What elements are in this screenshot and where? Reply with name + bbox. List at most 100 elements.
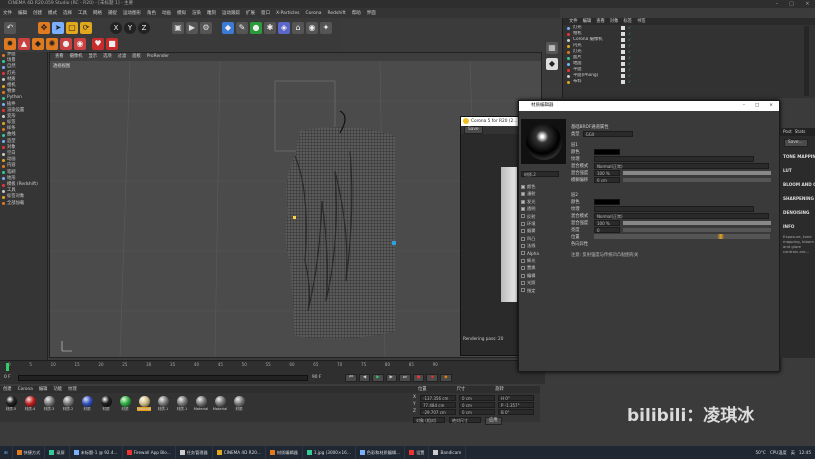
first-frame-icon[interactable]: ⏮ — [345, 374, 357, 382]
channel-item[interactable]: Alpha — [521, 250, 569, 257]
material-menu-item[interactable]: 纹理 — [68, 386, 77, 393]
object-menu-item[interactable]: 查看 — [596, 18, 605, 25]
cube-icon[interactable]: ◆ — [222, 22, 234, 34]
timeline[interactable]: 0 5 10 15 20 25 30 35 40 45 50 55 60 65 70 75 80 85 90 0 F… — [0, 360, 545, 384]
menu-item[interactable]: 模式 — [48, 10, 57, 16]
material-menu-item[interactable]: 创建 — [3, 386, 12, 393]
menu-item[interactable]: 帮助 — [352, 10, 361, 16]
channel-checkbox[interactable] — [521, 251, 525, 256]
viewport-menu-item[interactable]: 选项 — [103, 53, 112, 61]
timeline-scrub[interactable] — [18, 375, 308, 381]
checkmark-icon[interactable]: ✓ — [628, 68, 632, 72]
coord-size-field[interactable]: 0 cm — [459, 394, 495, 401]
channel-checkbox[interactable] — [521, 229, 525, 234]
maximize-icon[interactable]: □ — [789, 0, 794, 8]
autokey-icon[interactable]: ◉ — [426, 374, 439, 382]
channel-item[interactable]: 漫射 — [521, 190, 569, 197]
viewport-menu-item[interactable]: ProRender — [147, 53, 169, 61]
checkmark-icon[interactable]: ✓ — [628, 80, 632, 84]
taskbar-item[interactable]: 任务管理器 — [176, 446, 213, 459]
object-menu-item[interactable]: 对象 — [610, 18, 619, 25]
blur-slider[interactable] — [623, 177, 771, 182]
material-thumb[interactable]: 材质.4 — [22, 396, 38, 412]
xp-icon[interactable]: ✹ — [4, 38, 16, 50]
channel-checkbox[interactable] — [521, 273, 525, 278]
coord-rot-field[interactable]: B 0° — [498, 408, 534, 415]
object-menu-item[interactable]: 标签 — [623, 18, 632, 25]
material-thumb[interactable]: Material — [212, 396, 228, 412]
light-icon[interactable]: ✦ — [320, 22, 332, 34]
visibility-icon[interactable] — [621, 62, 625, 66]
checkmark-icon[interactable]: ✓ — [628, 62, 632, 66]
taskbar-item[interactable]: 未标题-1 @ 92.4... — [70, 446, 123, 459]
visibility-icon[interactable] — [621, 44, 625, 48]
channel-item[interactable]: 透明 — [521, 205, 569, 212]
visibility-icon[interactable] — [621, 56, 625, 60]
material-thumb[interactable]: 材质.2 — [60, 396, 76, 412]
timeline-playhead[interactable] — [6, 363, 9, 371]
material-thumb[interactable]: 材质 — [98, 396, 114, 412]
menu-item[interactable]: 扩展 — [246, 10, 255, 16]
visibility-icon[interactable] — [621, 38, 625, 42]
checkmark-icon[interactable]: ✓ — [628, 32, 632, 36]
visibility-icon[interactable] — [621, 50, 625, 54]
record-icon[interactable]: ● — [412, 374, 425, 382]
menu-item[interactable]: 工具 — [78, 10, 87, 16]
rotate-icon[interactable]: ⟳ — [80, 22, 92, 34]
menu-item[interactable]: Corona — [305, 11, 321, 16]
material-thumb[interactable]: 材质 — [79, 396, 95, 412]
post-section[interactable]: DENOISING — [783, 206, 815, 220]
menu-item[interactable]: 角色 — [147, 10, 156, 16]
channel-item[interactable]: 颜色 — [521, 183, 569, 190]
material-thumb[interactable]: 材质 — [117, 396, 133, 412]
matedit-minimize-icon[interactable]: – — [743, 101, 745, 111]
coord-rot-field[interactable]: P -1.357° — [498, 401, 534, 408]
object-menu-item[interactable]: 文件 — [569, 18, 578, 25]
corona-icon[interactable]: ✺ — [46, 38, 58, 50]
close-icon[interactable]: × — [805, 0, 809, 8]
checkmark-icon[interactable]: ✓ — [628, 38, 632, 42]
blur-field[interactable]: 0 cm — [594, 176, 620, 183]
deformer-icon[interactable]: ◈ — [278, 22, 290, 34]
prev-frame-icon[interactable]: ◀ — [358, 374, 371, 382]
object-menu-item[interactable]: 书签 — [637, 18, 646, 25]
material-name-field[interactable]: 材质.2 — [521, 171, 559, 177]
render-settings-icon[interactable]: ⚙ — [200, 22, 212, 34]
undo-icon[interactable]: ↶ — [4, 22, 16, 34]
coord-size-field[interactable]: 0 cm — [459, 401, 495, 408]
next-frame-icon[interactable]: ▶ — [385, 374, 397, 382]
left-tree-item[interactable]: 全部加载 — [2, 201, 47, 207]
scale-icon[interactable]: ▢ — [66, 22, 78, 34]
channel-checkbox[interactable] — [521, 243, 525, 248]
coord-size-select[interactable]: 绝对尺寸 — [449, 417, 481, 423]
color-swatch[interactable] — [594, 148, 620, 155]
ime-indicator[interactable]: 英 — [791, 450, 795, 456]
axis-z-button[interactable]: Z — [138, 22, 150, 34]
menu-item[interactable]: 窗口 — [261, 10, 270, 16]
channel-checkbox[interactable] — [521, 199, 525, 204]
pos-gradient[interactable] — [594, 234, 770, 239]
checkmark-icon[interactable]: ✓ — [628, 74, 632, 78]
channel-item[interactable]: 编辑 — [521, 272, 569, 279]
start-button[interactable]: ⊞ — [0, 446, 13, 459]
heart-icon[interactable]: ♥ — [92, 38, 104, 50]
matedit-maximize-icon[interactable]: □ — [755, 101, 759, 111]
blend2-select[interactable]: Normal(正常) — [594, 212, 769, 219]
coord-pos-field[interactable]: -137.356 cm — [420, 394, 456, 401]
menu-item[interactable]: 动画 — [162, 10, 171, 16]
channel-checkbox[interactable] — [521, 288, 525, 293]
redshift-icon[interactable]: ● — [60, 38, 72, 50]
checkmark-icon[interactable]: ✓ — [628, 56, 632, 60]
menu-item[interactable]: 雕刻 — [207, 10, 216, 16]
visibility-icon[interactable] — [621, 26, 625, 30]
taskbar-item[interactable]: CINEMA 4D R20... — [213, 446, 266, 459]
channel-item[interactable]: 辉光 — [521, 257, 569, 264]
cloner-icon[interactable]: ✱ — [264, 22, 276, 34]
channel-item[interactable]: 置换 — [521, 264, 569, 271]
visibility-icon[interactable] — [621, 80, 625, 84]
stats-tab[interactable]: Stats — [795, 128, 806, 136]
menu-item[interactable]: 选择 — [63, 10, 72, 16]
key-icon[interactable]: ◆ — [440, 374, 452, 382]
matedit-close-icon[interactable]: × — [769, 101, 773, 111]
menu-item[interactable]: 捕捉 — [108, 10, 117, 16]
